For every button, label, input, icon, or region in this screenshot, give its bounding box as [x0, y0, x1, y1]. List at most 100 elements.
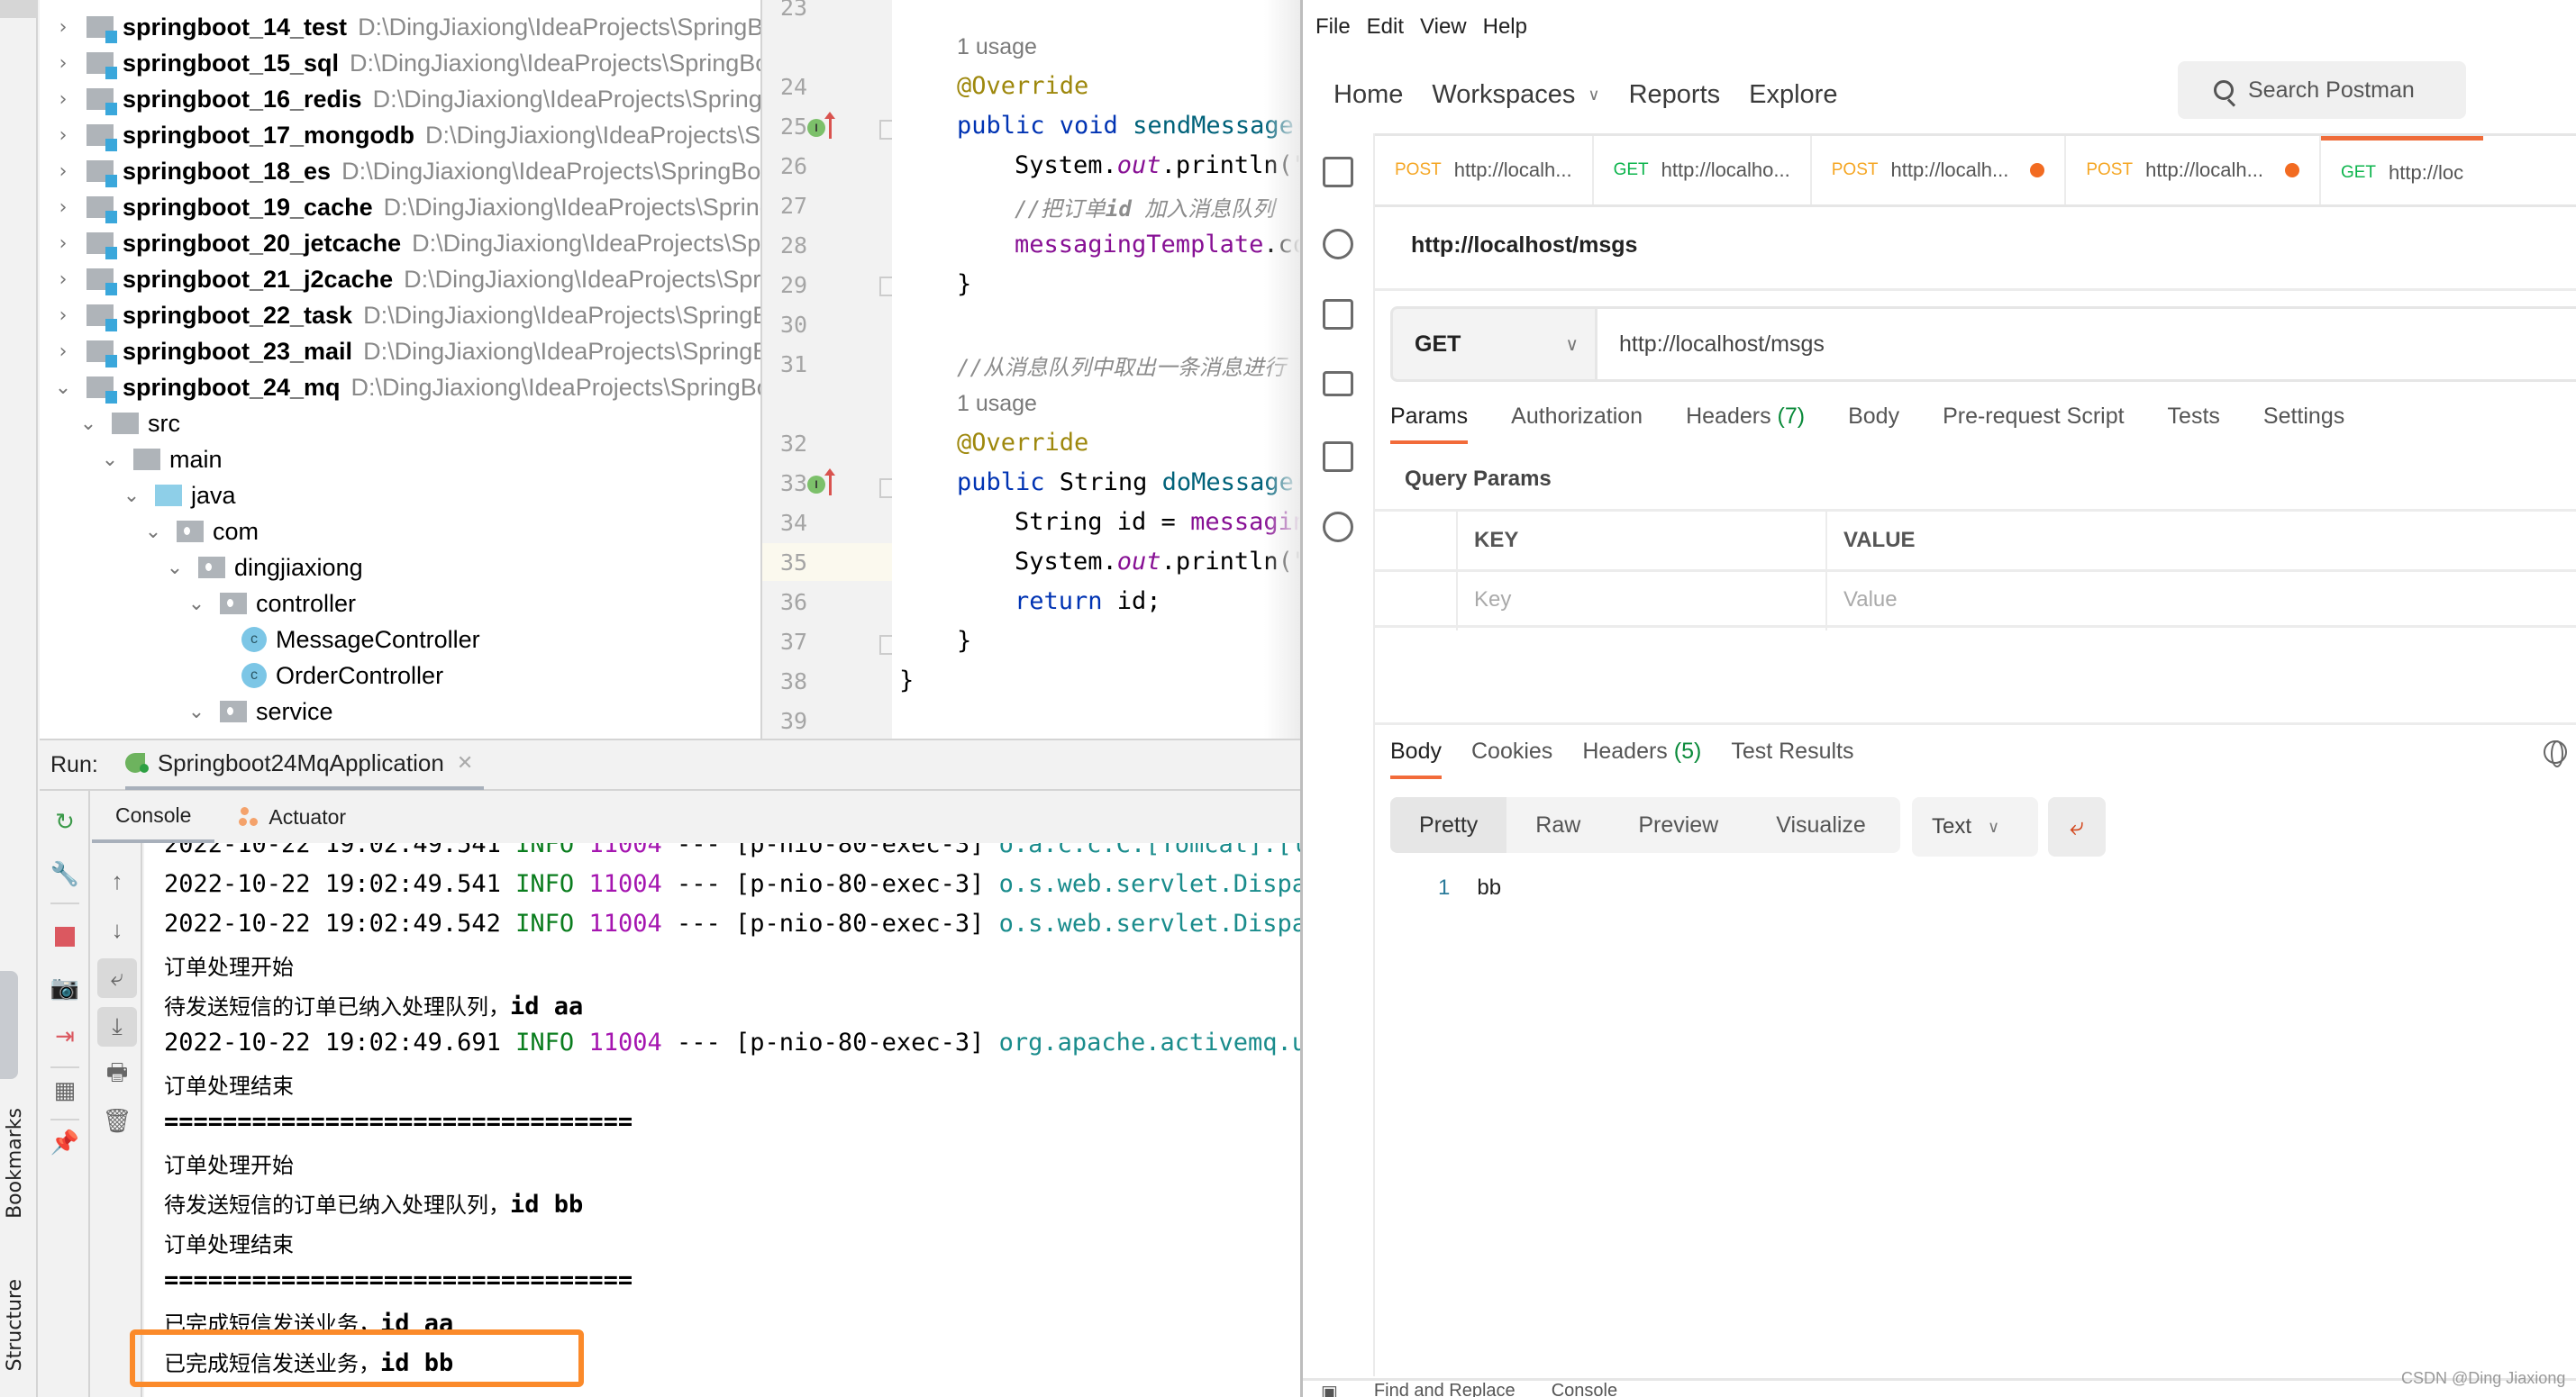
tree-item-service[interactable]: ⌄ service: [186, 694, 333, 730]
view-raw[interactable]: Raw: [1506, 797, 1609, 853]
tree-item[interactable]: › springboot_15_sql D:\DingJiaxiong\IdeaPr…: [52, 45, 760, 81]
wrap-lines-icon[interactable]: ⤶: [2048, 797, 2106, 857]
view-visualize[interactable]: Visualize: [1747, 797, 1895, 853]
tree-item[interactable]: › springboot_16_redis D:\DingJiaxiong\Idea…: [52, 81, 760, 117]
environments-icon[interactable]: [1323, 299, 1353, 330]
tree-item[interactable]: › springboot_14_test D:\DingJiaxiong\IdeaP…: [52, 9, 760, 45]
tree-item[interactable]: › springboot_18_es D:\DingJiaxiong\IdeaPro…: [52, 153, 760, 189]
chevron-down-icon[interactable]: ⌄: [77, 413, 99, 435]
override-arrow-icon[interactable]: [824, 112, 835, 139]
nav-reports[interactable]: Reports: [1629, 80, 1721, 110]
override-arrow-icon[interactable]: [824, 468, 835, 495]
find-replace-button[interactable]: Find and Replace: [1374, 1381, 1516, 1397]
chevron-down-icon[interactable]: ⌄: [52, 376, 74, 399]
menu-file[interactable]: File: [1315, 14, 1351, 40]
chevron-right-icon[interactable]: ›: [52, 52, 74, 75]
menu-help[interactable]: Help: [1483, 14, 1527, 40]
globe-icon[interactable]: [2544, 740, 2567, 767]
usage-hint[interactable]: 1 usage: [957, 34, 1037, 60]
view-pretty[interactable]: Pretty: [1390, 797, 1507, 853]
search-input[interactable]: Search Postman: [2178, 61, 2466, 119]
tab-authorization[interactable]: Authorization: [1511, 404, 1643, 444]
stop-icon[interactable]: [40, 917, 90, 957]
soft-wrap-icon[interactable]: ⤶: [97, 958, 137, 998]
tree-item-java[interactable]: ⌄ java: [121, 477, 236, 513]
chevron-down-icon[interactable]: ⌄: [99, 449, 121, 471]
value-input[interactable]: Value: [1843, 587, 1898, 612]
request-tab[interactable]: GET http://localho...: [1594, 136, 1812, 204]
tab-cookies[interactable]: Cookies: [1471, 739, 1552, 779]
tree-item-controller[interactable]: ⌄ controller: [186, 585, 356, 621]
request-tab-active[interactable]: GET http://loc: [2320, 136, 2484, 204]
tree-item-dingjiaxiong[interactable]: ⌄ dingjiaxiong: [164, 549, 363, 585]
nav-explore[interactable]: Explore: [1749, 80, 1837, 110]
layout-icon[interactable]: ▣: [1321, 1381, 1338, 1397]
request-tab[interactable]: POST http://localh...: [1375, 136, 1594, 204]
menu-edit[interactable]: Edit: [1367, 14, 1404, 40]
login-icon[interactable]: ⇥: [40, 1016, 90, 1056]
tab-pre-request-script[interactable]: Pre-request Script: [1943, 404, 2124, 444]
chevron-down-icon[interactable]: ⌄: [186, 701, 207, 723]
format-select[interactable]: Text ∨: [1912, 797, 2038, 857]
chevron-right-icon[interactable]: ›: [52, 88, 74, 111]
tree-item[interactable]: › springboot_17_mongodb D:\DingJiaxiong\Id…: [52, 117, 760, 153]
implements-marker-icon[interactable]: I: [807, 476, 825, 494]
bookmarks-tool-tab[interactable]: Bookmarks: [4, 1108, 26, 1219]
project-tree[interactable]: › springboot_14_test D:\DingJiaxiong\IdeaP…: [40, 0, 760, 739]
tab-headers[interactable]: Headers (7): [1686, 404, 1805, 444]
wrench-icon[interactable]: 🔧: [40, 854, 90, 894]
chevron-right-icon[interactable]: ›: [52, 340, 74, 363]
memory-indicator[interactable]: [0, 971, 18, 1079]
request-title[interactable]: http://localhost/msgs: [1411, 232, 1637, 259]
scroll-to-end-icon[interactable]: ⤓: [97, 1007, 137, 1047]
response-body[interactable]: 1 bb: [1438, 875, 1501, 901]
chevron-down-icon[interactable]: ⌄: [164, 557, 186, 579]
print-icon[interactable]: 🖶: [92, 1056, 142, 1095]
structure-tool-tab[interactable]: Structure: [4, 1279, 26, 1371]
tab-tests[interactable]: Tests: [2168, 404, 2220, 444]
tree-item[interactable]: › springboot_19_cache D:\DingJiaxiong\Idea…: [52, 189, 760, 225]
chevron-right-icon[interactable]: ›: [52, 304, 74, 327]
tree-item-order-controller[interactable]: c OrderController: [241, 658, 443, 694]
nav-workspaces[interactable]: Workspaces ∨: [1432, 80, 1599, 110]
chevron-down-icon[interactable]: ⌄: [186, 593, 207, 615]
monitors-icon[interactable]: [1323, 441, 1353, 472]
chevron-right-icon[interactable]: ›: [52, 232, 74, 255]
chevron-right-icon[interactable]: ›: [52, 160, 74, 183]
chevron-down-icon[interactable]: ⌄: [121, 485, 142, 507]
request-tab[interactable]: POST http://localh...: [2066, 136, 2321, 204]
trash-icon[interactable]: 🗑: [92, 1101, 142, 1140]
usage-hint[interactable]: 1 usage: [957, 391, 1037, 417]
arrow-down-icon[interactable]: ↓: [92, 910, 142, 949]
tree-item[interactable]: › springboot_20_jetcache D:\DingJiaxiong\I…: [52, 225, 760, 261]
layout-icon[interactable]: ▦: [40, 1070, 90, 1110]
chevron-right-icon[interactable]: ›: [52, 124, 74, 147]
mock-servers-icon[interactable]: [1323, 371, 1353, 396]
pin-icon[interactable]: 📌: [40, 1122, 90, 1162]
code-editor[interactable]: 1 usage @Override public void sendMessag…: [892, 0, 1300, 739]
menu-view[interactable]: View: [1420, 14, 1467, 40]
project-tool-button[interactable]: [0, 0, 38, 18]
tree-item[interactable]: ⌄ springboot_24_mq D:\DingJiaxiong\IdeaPro…: [52, 369, 760, 405]
request-tab[interactable]: POST http://localh...: [1812, 136, 2067, 204]
view-preview[interactable]: Preview: [1609, 797, 1747, 853]
url-input[interactable]: http://localhost/msgs: [1597, 306, 2576, 382]
chevron-right-icon[interactable]: ›: [52, 196, 74, 219]
tree-item-com[interactable]: ⌄ com: [142, 513, 259, 549]
tree-item-message-controller[interactable]: c MessageController: [241, 621, 480, 658]
tree-item[interactable]: › springboot_22_task D:\DingJiaxiong\IdeaP…: [52, 297, 760, 333]
chevron-right-icon[interactable]: ›: [52, 268, 74, 291]
camera-icon[interactable]: 📷: [40, 967, 90, 1007]
console-output[interactable]: 2022-10-22 19:02:49.541 INFO 11004 --- […: [144, 843, 1300, 1397]
apis-icon[interactable]: [1323, 229, 1353, 259]
chevron-right-icon[interactable]: ›: [52, 16, 74, 39]
key-input[interactable]: Key: [1474, 587, 1511, 612]
tree-item[interactable]: › springboot_21_j2cache D:\DingJiaxiong\Id…: [52, 261, 760, 297]
tab-test-results[interactable]: Test Results: [1731, 739, 1853, 779]
arrow-up-icon[interactable]: ↑: [92, 861, 142, 901]
tab-actuator[interactable]: Actuator: [214, 791, 369, 843]
tab-params[interactable]: Params: [1390, 404, 1469, 444]
close-icon[interactable]: ✕: [457, 751, 473, 775]
tab-body[interactable]: Body: [1848, 404, 1899, 444]
tree-item[interactable]: › springboot_23_mail D:\DingJiaxiong\IdeaP…: [52, 333, 760, 369]
